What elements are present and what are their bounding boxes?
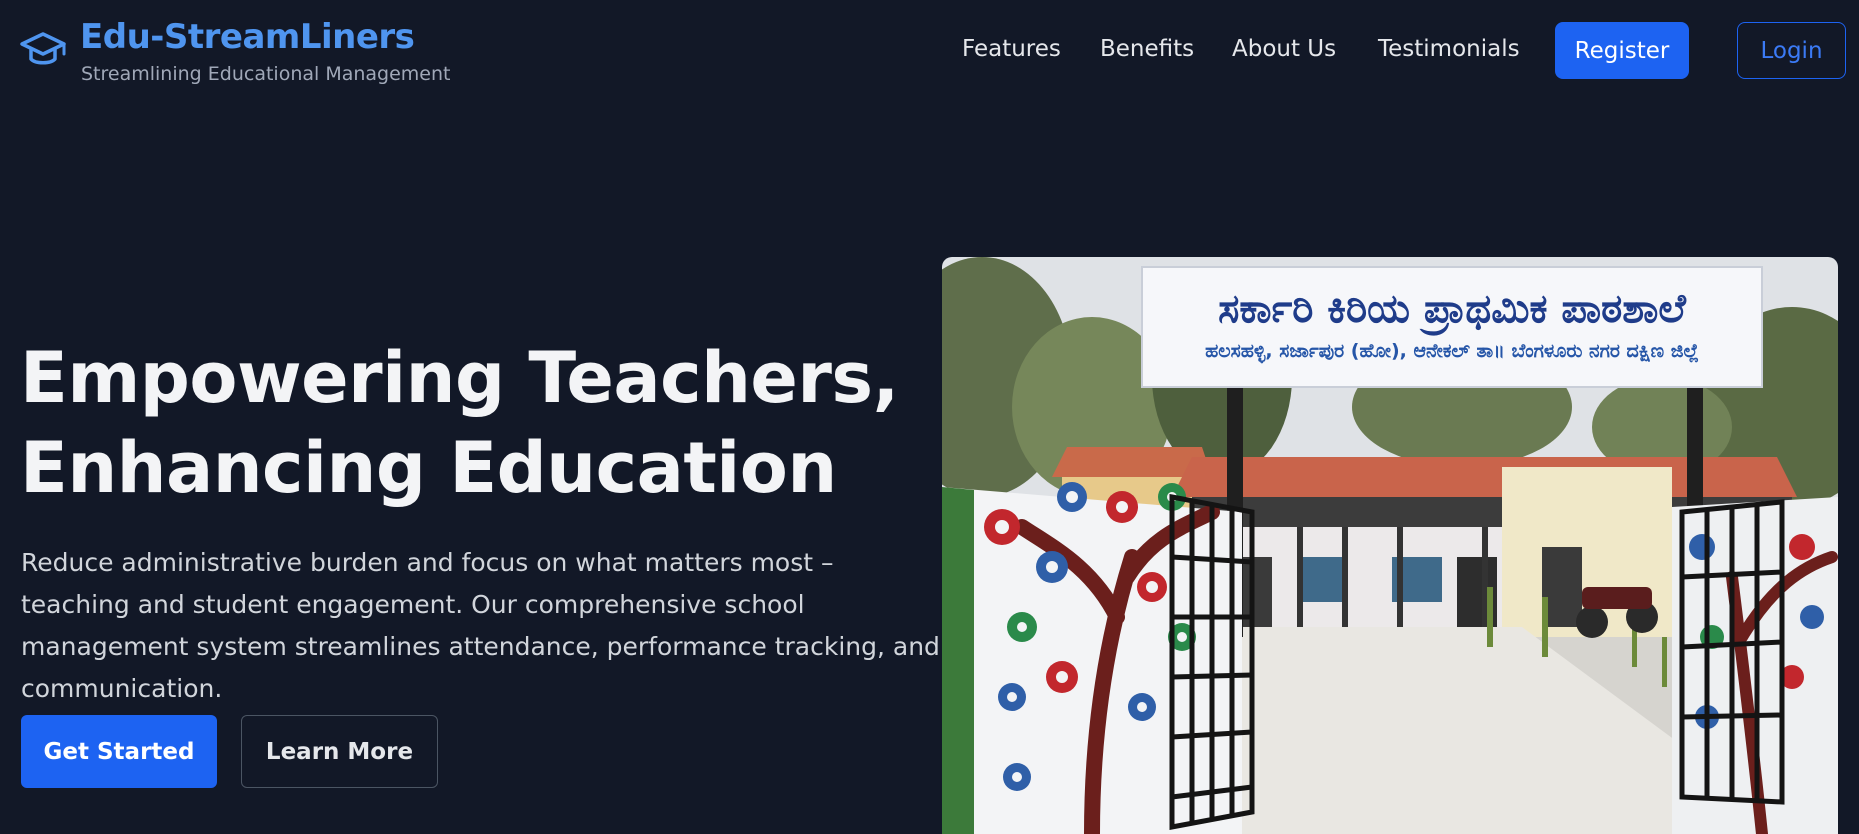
nav-features[interactable]: Features — [962, 36, 1061, 62]
nav-about-us[interactable]: About Us — [1232, 36, 1336, 62]
nav-testimonials[interactable]: Testimonials — [1378, 36, 1520, 62]
site-header: Edu-StreamLiners Streamlining Educationa… — [0, 0, 1859, 104]
school-sign-title: ಸರ್ಕಾರಿ ಕಿರಿಯ ಪ್ರಾಥಮಿಕ ಪಾಠಶಾಲೆ — [1218, 286, 1687, 336]
school-sign-subtitle: ಹಲಸಹಳ್ಳಿ, ಸರ್ಜಾಪುರ (ಹೋ), ಆನೇಕಲ್ ತಾ॥ ಬೆಂಗ… — [1205, 340, 1699, 365]
brand-tagline: Streamlining Educational Management — [81, 63, 451, 85]
register-button[interactable]: Register — [1555, 22, 1689, 79]
get-started-button[interactable]: Get Started — [21, 715, 217, 788]
login-button[interactable]: Login — [1737, 22, 1846, 79]
hero-title-line-2: Enhancing Education — [20, 427, 837, 509]
hero-title: Empowering Teachers, Enhancing Education — [20, 333, 920, 513]
brand-name[interactable]: Edu-StreamLiners — [80, 17, 415, 57]
hero-description: Reduce administrative burden and focus o… — [21, 548, 940, 703]
graduation-cap-icon[interactable] — [20, 30, 66, 70]
hero-title-line-1: Empowering Teachers, — [20, 337, 899, 419]
nav-benefits[interactable]: Benefits — [1100, 36, 1194, 62]
hero-school-image: ಸರ್ಕಾರಿ ಕಿರಿಯ ಪ್ರಾಥಮಿಕ ಪಾಠಶಾಲೆ ಹಲಸಹಳ್ಳಿ,… — [942, 257, 1838, 834]
learn-more-button[interactable]: Learn More — [241, 715, 438, 788]
